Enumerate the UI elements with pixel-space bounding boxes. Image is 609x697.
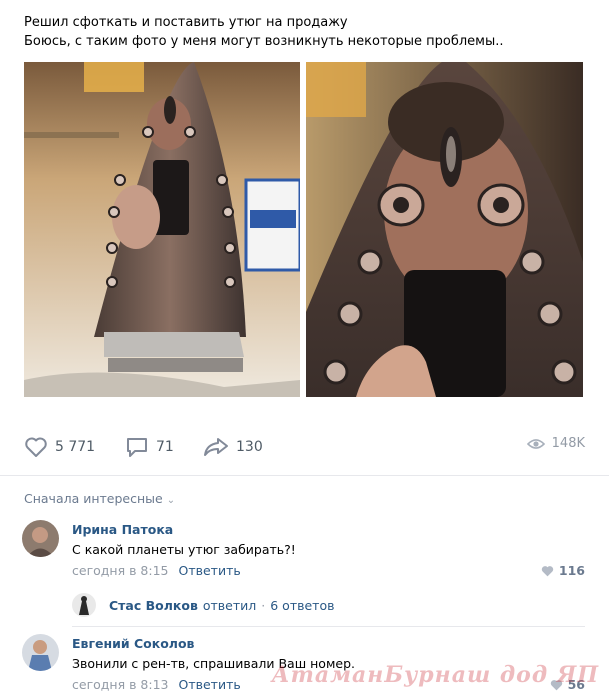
- view-counter: 148K: [526, 436, 585, 451]
- post-photo-2[interactable]: [306, 62, 583, 397]
- comment-time[interactable]: сегодня в 8:15: [72, 563, 169, 578]
- view-count: 148K: [551, 436, 585, 451]
- comments-sort-label: Сначала интересные: [24, 491, 163, 506]
- avatar[interactable]: [72, 593, 96, 617]
- thread-replies-link[interactable]: 6 ответов: [270, 598, 334, 613]
- watermark: АтаманБурнаш дод ЯП: [271, 662, 599, 688]
- like-button[interactable]: 5 771: [24, 436, 95, 458]
- comment-meta: сегодня в 8:13 Ответить: [72, 677, 241, 692]
- post-text: Решил сфоткать и поставить утюг на прода…: [24, 13, 503, 51]
- replies-thread[interactable]: Стас Волков ответил · 6 ответов: [72, 592, 334, 618]
- thread-author[interactable]: Стас Волков: [109, 598, 198, 613]
- comment-item: Ирина Патока С какой планеты утюг забира…: [22, 520, 585, 582]
- post-text-line-2: Боюсь, с таким фото у меня могут возникн…: [24, 34, 504, 49]
- comment-count: 71: [156, 439, 174, 455]
- comment-author[interactable]: Евгений Соколов: [72, 636, 194, 651]
- separator-dot: ·: [261, 597, 266, 613]
- avatar[interactable]: [22, 520, 59, 557]
- share-count: 130: [236, 439, 263, 455]
- post-photo-1[interactable]: [24, 62, 300, 397]
- heart-icon: [25, 437, 47, 457]
- share-button[interactable]: 130: [203, 436, 263, 458]
- reply-link[interactable]: Ответить: [178, 677, 240, 692]
- comments-sort-dropdown[interactable]: Сначала интересные ⌄: [24, 491, 175, 506]
- share-icon: [204, 438, 228, 456]
- comment-button[interactable]: 71: [125, 436, 174, 458]
- reply-link[interactable]: Ответить: [178, 563, 240, 578]
- comment-icon: [127, 438, 147, 457]
- like-count: 5 771: [55, 439, 96, 455]
- comment-meta: сегодня в 8:15 Ответить: [72, 563, 241, 578]
- comment-author[interactable]: Ирина Патока: [72, 522, 173, 537]
- post-actions: 5 771 71 130 148K: [24, 436, 585, 460]
- thread-action: ответил: [202, 597, 257, 613]
- avatar[interactable]: [22, 634, 59, 671]
- comment-like-button[interactable]: 116: [541, 563, 585, 578]
- comment-like-count: 116: [558, 563, 585, 578]
- comment-text: С какой планеты утюг забирать?!: [72, 542, 296, 557]
- comment-time[interactable]: сегодня в 8:13: [72, 677, 169, 692]
- eye-icon: [526, 438, 545, 449]
- divider: [72, 626, 585, 627]
- divider: [0, 475, 609, 476]
- heart-icon: [541, 565, 554, 576]
- chevron-down-icon: ⌄: [166, 495, 176, 506]
- post-text-line-1: Решил сфоткать и поставить утюг на прода…: [24, 15, 348, 30]
